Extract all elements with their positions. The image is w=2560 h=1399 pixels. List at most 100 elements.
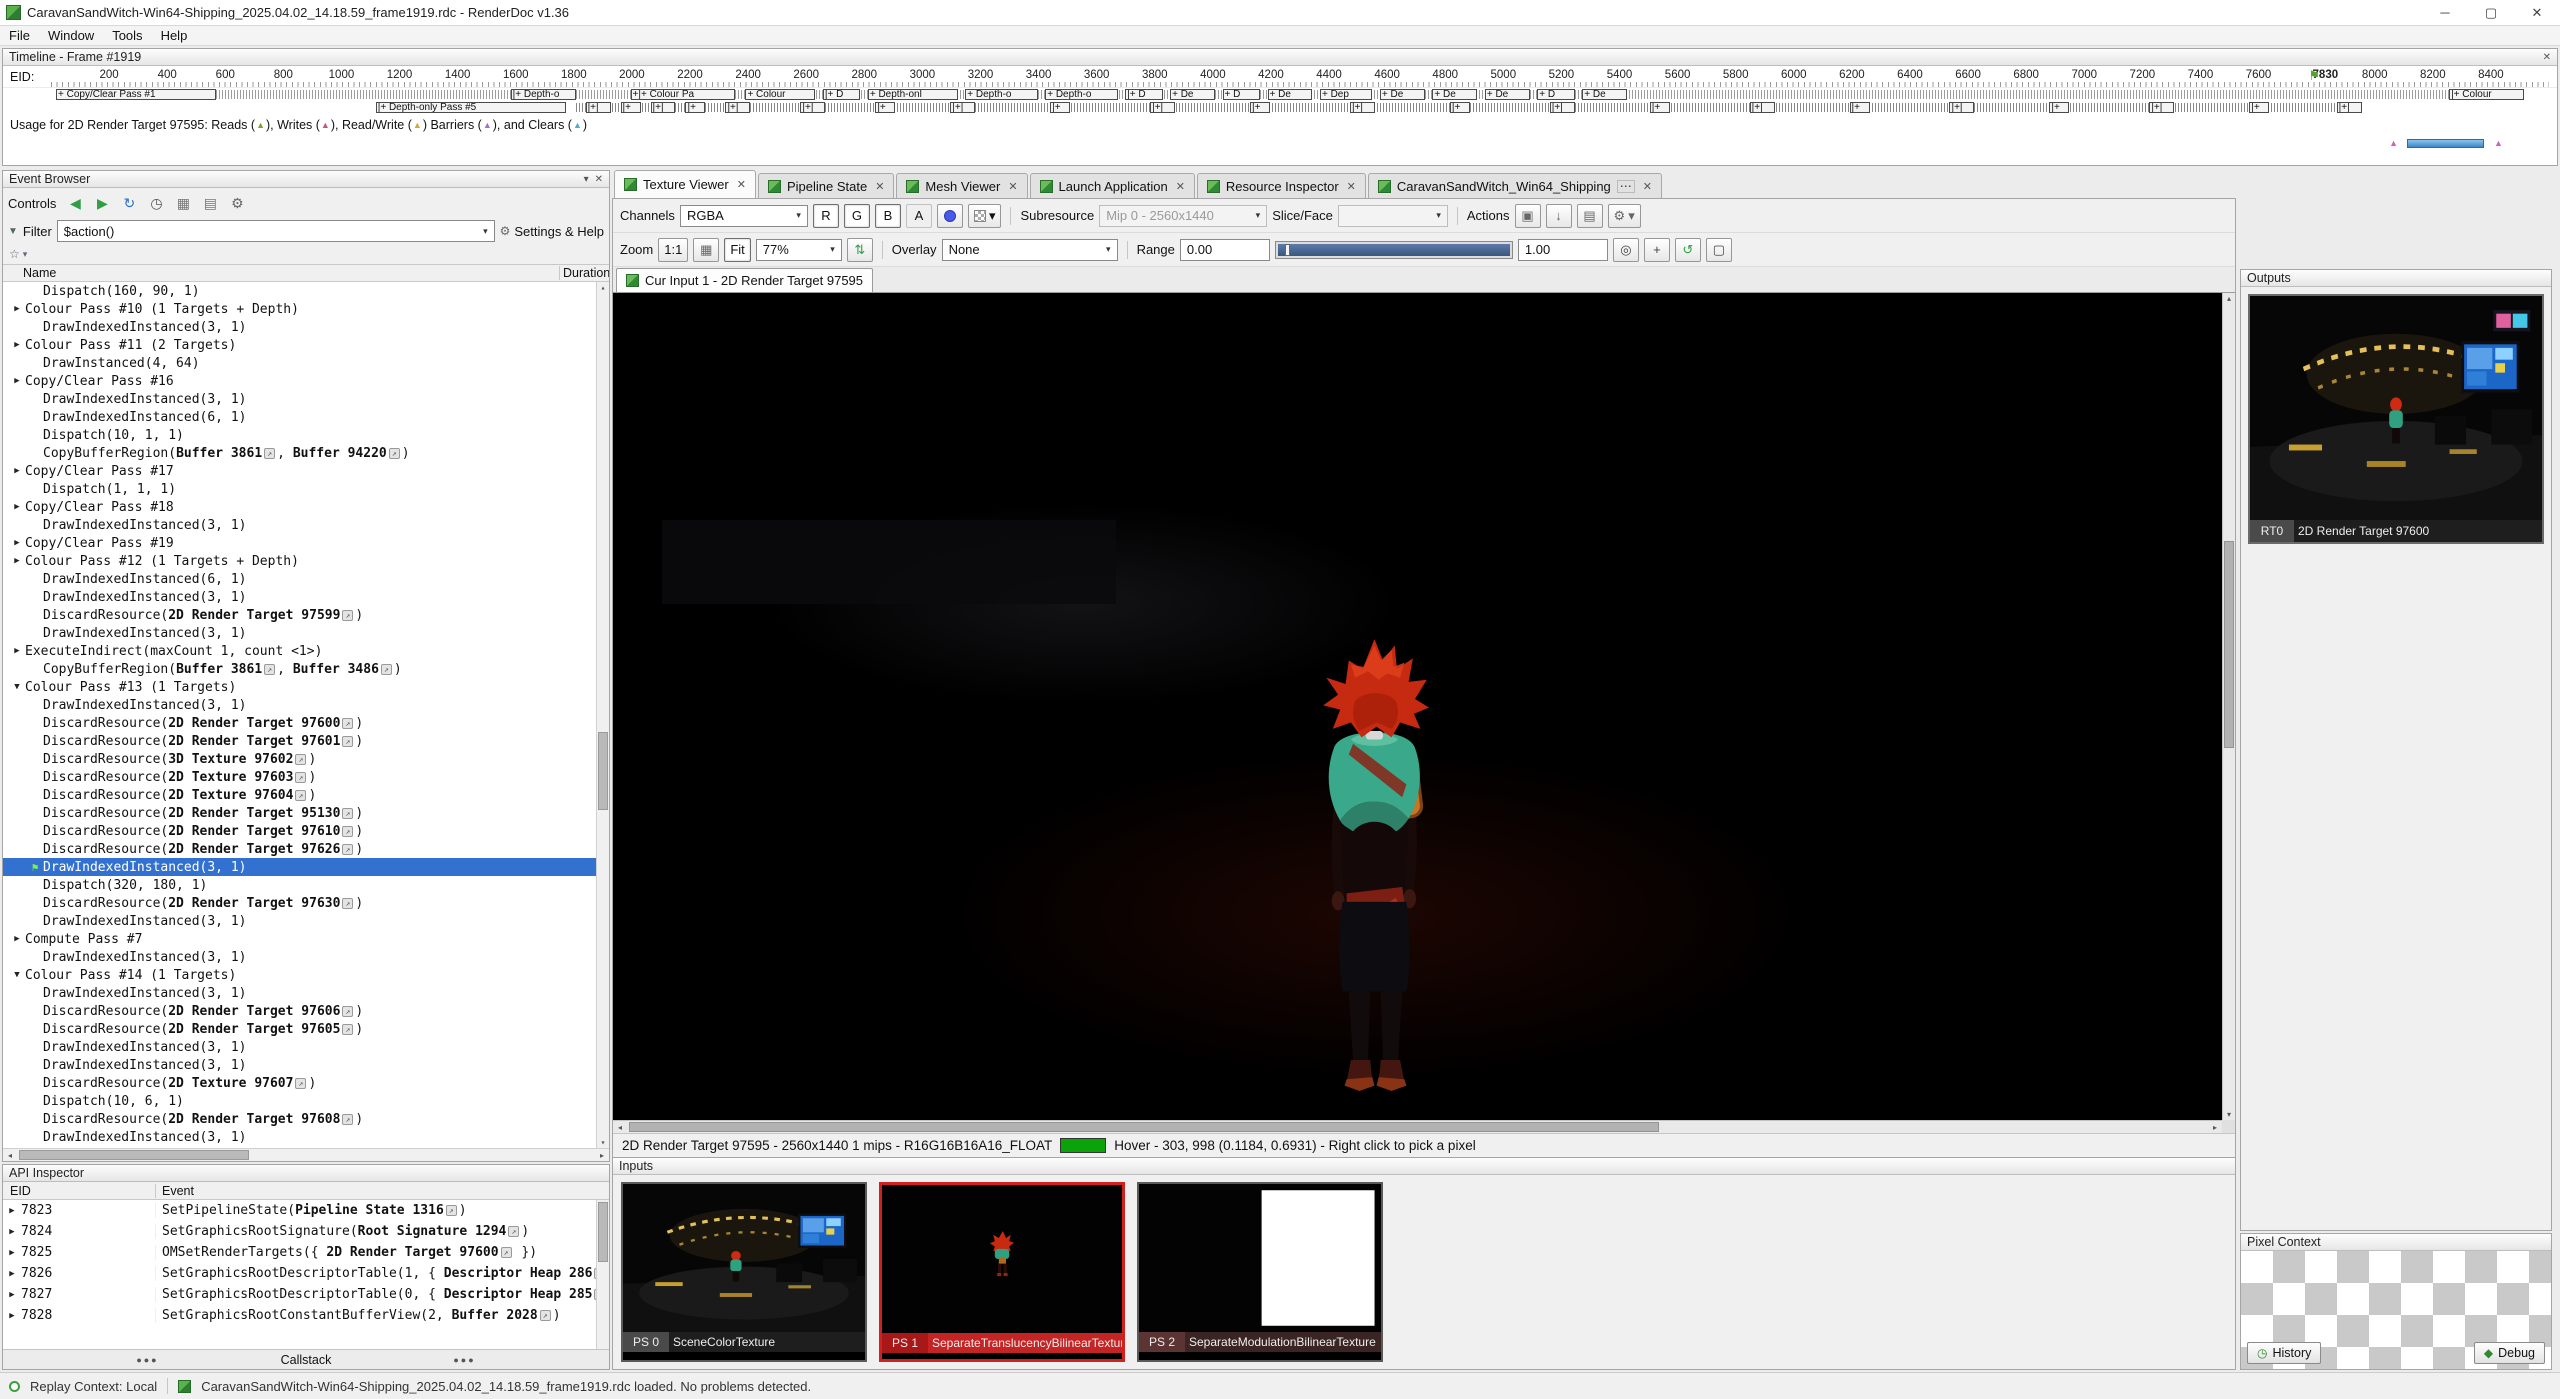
resource-link-icon[interactable]: ↗: [264, 448, 275, 459]
event-row[interactable]: ▶Colour Pass #12 (1 Targets + Depth): [3, 552, 609, 570]
timeline-pass-block[interactable]: |+|: [1350, 102, 1375, 113]
tab-pipeline-state[interactable]: Pipeline State✕: [758, 173, 894, 198]
event-row[interactable]: ▶ExecuteIndirect(maxCount 1, count <1>): [3, 642, 609, 660]
event-row[interactable]: DiscardResource(2D Texture 97604↗): [3, 786, 609, 804]
export-icon[interactable]: ▤: [198, 192, 222, 214]
menu-item-help[interactable]: Help: [152, 26, 197, 45]
pixel-context-view[interactable]: ◷ History ◆ Debug: [2241, 1251, 2551, 1369]
event-row[interactable]: CopyBufferRegion(Buffer 3861↗, Buffer 34…: [3, 660, 609, 678]
flip-y-button[interactable]: ⇅: [847, 238, 873, 262]
timer-icon[interactable]: ◷: [144, 192, 168, 214]
event-row[interactable]: DiscardResource(2D Render Target 97605↗): [3, 1020, 609, 1038]
event-row[interactable]: Dispatch(320, 180, 1): [3, 876, 609, 894]
replay-context-label[interactable]: Replay Context: Local: [30, 1379, 157, 1394]
expander-icon[interactable]: ▶: [3, 1227, 21, 1237]
timeline-pass-block[interactable]: + Depth-o: [965, 89, 1037, 100]
reset-range-button[interactable]: ↺: [1675, 238, 1701, 262]
menu-item-file[interactable]: File: [0, 26, 39, 45]
resource-link-icon[interactable]: ↗: [295, 1078, 306, 1089]
input-thumbnail-ps0[interactable]: PS 0SceneColorTexture: [621, 1182, 867, 1362]
api-call-row[interactable]: ▶7824SetGraphicsRootSignature(Root Signa…: [3, 1221, 609, 1242]
copy-action-button[interactable]: ▣: [1515, 204, 1541, 228]
resource-link-icon[interactable]: ↗: [342, 718, 353, 729]
scroll-down-icon[interactable]: ▾: [597, 1138, 609, 1147]
timeline-pass-block[interactable]: |+ Depth-only Pass #5: [376, 102, 566, 113]
event-row[interactable]: DrawIndexedInstanced(3, 1): [3, 912, 609, 930]
expander-icon[interactable]: ▶: [3, 1269, 21, 1279]
resource-link-icon[interactable]: ↗: [342, 1024, 353, 1035]
current-texture-tab[interactable]: Cur Input 1 - 2D Render Target 97595: [616, 268, 873, 292]
timeline-pass-block[interactable]: + Colour: [745, 89, 815, 100]
timeline-pass-block[interactable]: |+|: [1150, 102, 1175, 113]
timeline-pass-block[interactable]: |+|: [651, 102, 676, 113]
event-row[interactable]: DiscardResource(2D Texture 97607↗): [3, 1074, 609, 1092]
event-tree-hscrollbar[interactable]: ◂ ▸: [3, 1148, 609, 1161]
event-row[interactable]: DrawIndexedInstanced(6, 1): [3, 408, 609, 426]
expander-icon[interactable]: ▶: [3, 1290, 21, 1300]
filter-input[interactable]: $action() ▾: [57, 220, 495, 242]
resource-link-icon[interactable]: ↗: [342, 610, 353, 621]
timeline-pass-block[interactable]: |+ Depth-o: [511, 89, 576, 100]
scroll-right-icon[interactable]: ▸: [2208, 1121, 2222, 1133]
fit-button[interactable]: Fit: [724, 238, 750, 262]
zoom-level-dropdown[interactable]: 77% ▾: [756, 239, 842, 261]
background-checker-button[interactable]: ▾: [968, 204, 1002, 228]
event-row[interactable]: Dispatch(160, 90, 1): [3, 282, 609, 300]
event-row[interactable]: ▼Colour Pass #13 (1 Targets): [3, 678, 609, 696]
timeline-pass-block[interactable]: +|+ Colour Pa: [631, 89, 736, 100]
expander-icon[interactable]: ▶: [9, 538, 25, 548]
callstack-splitter[interactable]: ●●● Callstack ●●●: [3, 1349, 609, 1369]
channels-dropdown[interactable]: RGBA ▾: [680, 205, 808, 227]
event-row[interactable]: Dispatch(1, 1, 1): [3, 480, 609, 498]
chevron-down-icon[interactable]: ▾: [23, 249, 28, 260]
timeline-pass-block[interactable]: |+: [2249, 102, 2269, 113]
expander-icon[interactable]: ▶: [9, 304, 25, 314]
menu-item-tools[interactable]: Tools: [103, 26, 151, 45]
save-action-button[interactable]: ↓: [1546, 204, 1572, 228]
event-row[interactable]: DiscardResource(2D Render Target 97626↗): [3, 840, 609, 858]
green-channel-button[interactable]: G: [844, 204, 870, 228]
scrollbar-thumb[interactable]: [598, 732, 608, 810]
expander-icon[interactable]: ▼: [9, 682, 25, 692]
event-row[interactable]: DrawIndexedInstanced(3, 1): [3, 516, 609, 534]
event-row[interactable]: DrawIndexedInstanced(3, 1): [3, 1056, 609, 1074]
timeline-pass-block[interactable]: |+: [1850, 102, 1870, 113]
actions-gear-button[interactable]: ⚙▾: [1608, 204, 1641, 228]
texture-viewport[interactable]: ▴ ▾ ◂ ▸: [613, 293, 2235, 1133]
timeline-pass-block[interactable]: |+: [1250, 102, 1270, 113]
resource-link-icon[interactable]: ↗: [342, 736, 353, 747]
expander-icon[interactable]: ▶: [3, 1311, 21, 1321]
scroll-up-icon[interactable]: ▴: [2223, 294, 2235, 303]
autofit-range-button[interactable]: +: [1644, 238, 1670, 262]
tab-launch-application[interactable]: Launch Application✕: [1030, 173, 1195, 198]
timeline-zoom-scrollbar[interactable]: [2407, 139, 2484, 148]
event-row[interactable]: DiscardResource(2D Render Target 97606↗): [3, 1002, 609, 1020]
menu-item-window[interactable]: Window: [39, 26, 103, 45]
event-row[interactable]: DrawIndexedInstanced(3, 1): [3, 1128, 609, 1146]
minimize-button[interactable]: ─: [2422, 0, 2468, 25]
timeline-pass-block[interactable]: |+: [621, 102, 641, 113]
event-row[interactable]: DiscardResource(2D Render Target 97600↗): [3, 714, 609, 732]
overlay-dropdown[interactable]: None ▾: [942, 239, 1118, 261]
expander-icon[interactable]: ▶: [3, 1248, 21, 1258]
resource-link-icon[interactable]: ↗: [508, 1226, 519, 1237]
resource-link-icon[interactable]: ↗: [342, 844, 353, 855]
resource-link-icon[interactable]: ↗: [342, 898, 353, 909]
expander-icon[interactable]: ▶: [9, 556, 25, 566]
debug-button[interactable]: ◆ Debug: [2474, 1342, 2545, 1364]
timeline-pass-block[interactable]: + Depth-onl: [868, 89, 958, 100]
resource-link-icon[interactable]: ↗: [501, 1247, 512, 1258]
timeline-pass-block[interactable]: |+|: [1949, 102, 1974, 113]
event-row[interactable]: CopyBufferRegion(Buffer 3861↗, Buffer 94…: [3, 444, 609, 462]
panel-close-icon[interactable]: ✕: [595, 174, 603, 185]
event-row[interactable]: DrawIndexedInstanced(3, 1): [3, 1038, 609, 1056]
panel-menu-icon[interactable]: ▾: [584, 174, 589, 185]
event-row[interactable]: DrawIndexedInstanced(3, 1): [3, 390, 609, 408]
resource-link-icon[interactable]: ↗: [295, 772, 306, 783]
tab-texture-viewer[interactable]: Texture Viewer✕: [614, 170, 756, 198]
timeline-pass-block[interactable]: + De: [1268, 89, 1313, 100]
event-row[interactable]: ▶Copy/Clear Pass #18: [3, 498, 609, 516]
event-row[interactable]: ▶Copy/Clear Pass #16: [3, 372, 609, 390]
histogram-button[interactable]: ▢: [1706, 238, 1732, 262]
range-min-input[interactable]: 0.00: [1180, 239, 1270, 261]
